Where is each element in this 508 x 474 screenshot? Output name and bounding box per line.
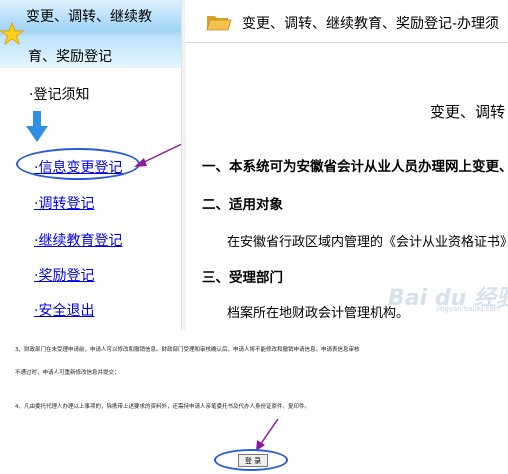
note-3-line2: 不通过时，申请人可重新修改信息并提交；: [15, 370, 120, 376]
main-heading: 变更、调转: [430, 103, 506, 121]
section-3-heading: 三、受理部门: [202, 270, 283, 286]
section-1-heading: 一、本系统可为安徽省会计从业人员办理网上变更、: [202, 159, 508, 175]
section-3-text: 档案所在地财政会计管理机构。: [227, 306, 410, 321]
sidebar-header-line2: 育、奖励登记: [28, 49, 112, 65]
section-2-heading: 二、适用对象: [202, 197, 283, 213]
registration-notice-label: ·登记须知: [29, 87, 90, 103]
divider: [181, 0, 186, 330]
annotation-ring: [16, 148, 140, 180]
sidebar-item-logout[interactable]: ·安全退出: [34, 300, 94, 320]
note-4: 4、凡由委托代理人办理以上事项的，除携带上述要求的资料外，还需持申请人亲笔委托书…: [15, 404, 311, 410]
folder-icon: [206, 12, 232, 36]
star-icon: [0, 21, 25, 50]
note-3-line1: 3、财政部门在未受理申请前，申请人可以修改和撤销信息。财政部门受理和审核确认后，…: [15, 347, 360, 353]
sidebar-header: 变更、调转、继续教 育、奖励登记: [0, 0, 181, 68]
sidebar-item-reward[interactable]: ·奖励登记: [34, 265, 94, 285]
login-button[interactable]: 登 录: [238, 454, 268, 467]
page-title: 变更、调转、继续教育、奖励登记-办理须: [242, 16, 500, 32]
watermark-url: jingyan.baidu.com: [436, 305, 501, 313]
section-2-text: 在安徽省行政区域内管理的《会计从业资格证书》: [227, 235, 508, 250]
sidebar-item-transfer[interactable]: ·调转登记: [34, 193, 94, 213]
sidebar-header-line1: 变更、调转、继续教: [26, 9, 152, 25]
down-arrow-icon: [26, 111, 48, 147]
sidebar-item-continuing-education[interactable]: ·继续教育登记: [34, 230, 122, 250]
